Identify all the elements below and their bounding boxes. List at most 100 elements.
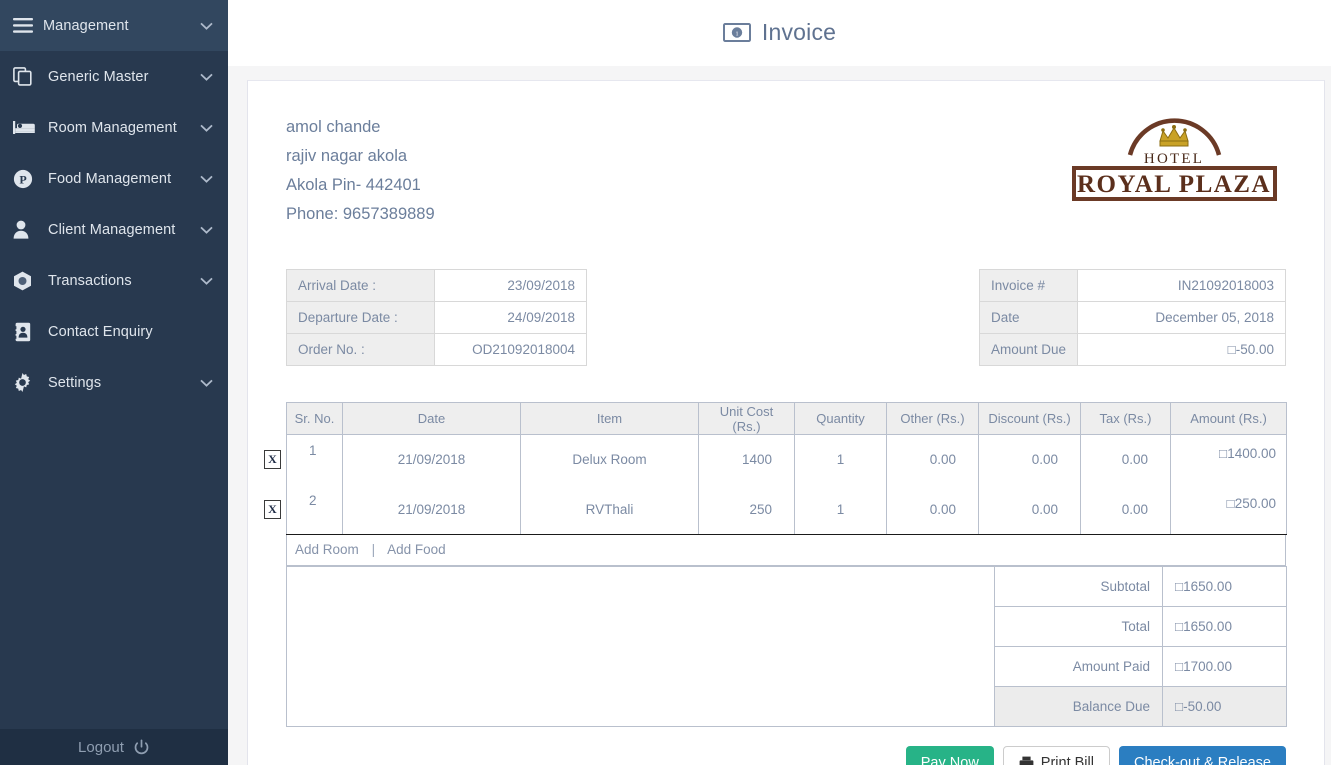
delete-row-button[interactable]: X: [264, 499, 281, 519]
column-header-date: Date: [342, 402, 521, 435]
sidebar-item-label: Generic Master: [48, 68, 149, 85]
cell-other: 0.00: [886, 434, 979, 485]
svg-text:ROYAL PLAZA: ROYAL PLAZA: [1077, 171, 1271, 198]
customer-name: amol chande: [286, 118, 381, 136]
totals-blank-cell: [286, 565, 995, 727]
hotel-logo: HOTEL ROYAL PLAZA: [1072, 107, 1286, 203]
chevron-down-icon[interactable]: [200, 226, 214, 234]
chevron-down-icon[interactable]: [200, 22, 214, 30]
sidebar-item-client-management[interactable]: Client Management: [0, 204, 228, 255]
sidebar-nav: Management Generic Master Room Managemen…: [0, 0, 228, 408]
crown-icon: [1159, 125, 1189, 147]
arrival-date-label: Arrival Date :: [286, 269, 435, 302]
table-row: Subtotal □1650.00: [286, 565, 1287, 727]
print-bill-button[interactable]: Print Bill: [1002, 745, 1110, 765]
checkout-release-button[interactable]: Check-out & Release: [1118, 745, 1286, 765]
amount-due-value: □-50.00: [1077, 333, 1286, 366]
subtotal-value: □1650.00: [1162, 565, 1287, 607]
totals-table: Subtotal □1650.00 Total □1650.00 Amount …: [286, 565, 1287, 727]
table-row: Invoice # IN21092018003: [978, 269, 1286, 302]
invoice-header-block: amol chande rajiv nagar akola Akola Pin-…: [286, 107, 1286, 229]
chevron-down-icon[interactable]: [200, 73, 214, 81]
sidebar-item-label: Food Management: [48, 170, 172, 187]
cell-amount: □250.00: [1170, 484, 1287, 535]
print-bill-label: Print Bill: [1040, 754, 1094, 765]
chevron-down-icon[interactable]: [200, 124, 214, 132]
add-links-separator: |: [371, 542, 376, 558]
printer-icon: [1019, 756, 1034, 765]
page-header: 1 Invoice: [228, 0, 1331, 66]
add-room-link[interactable]: Add Room: [295, 542, 359, 557]
sidebar-item-food-management[interactable]: P Food Management: [0, 153, 228, 204]
cell-quantity: 1: [794, 434, 887, 485]
bed-icon: [13, 120, 39, 135]
total-value: □1650.00: [1162, 605, 1287, 647]
amount-paid-value: □1700.00: [1162, 645, 1287, 687]
svg-text:1: 1: [735, 30, 738, 37]
column-header-unit-cost: Unit Cost (Rs.): [698, 402, 795, 435]
user-icon: [13, 220, 39, 239]
cell-sr-no: 2: [286, 484, 343, 535]
cell-sr-no: 1: [286, 434, 343, 485]
amount-paid-label: Amount Paid: [994, 645, 1163, 687]
hexagon-icon: [13, 271, 39, 291]
delete-row-button[interactable]: X: [264, 449, 281, 469]
subtotal-label: Subtotal: [994, 565, 1163, 607]
column-header-discount: Discount (Rs.): [978, 402, 1081, 435]
money-bill-icon: 1: [722, 23, 751, 42]
logout-button[interactable]: Logout: [0, 729, 228, 765]
invoice-number-label: Invoice #: [978, 269, 1079, 302]
sidebar-item-contact-enquiry[interactable]: Contact Enquiry: [0, 306, 228, 357]
invoice-card: amol chande rajiv nagar akola Akola Pin-…: [247, 80, 1325, 765]
sidebar-item-label: Contact Enquiry: [48, 323, 153, 340]
customer-address-line: rajiv nagar akola: [286, 147, 408, 165]
sidebar-item-label: Room Management: [48, 119, 177, 136]
page-title: Invoice: [761, 19, 837, 45]
cell-discount: 0.00: [978, 484, 1081, 535]
meta-tables-row: Arrival Date : 23/09/2018 Departure Date…: [286, 269, 1286, 366]
sidebar-item-generic-master[interactable]: Generic Master: [0, 51, 228, 102]
add-links-row: Add Room | Add Food: [286, 535, 1286, 566]
departure-date-value: 24/09/2018: [434, 301, 587, 334]
cell-other: 0.00: [886, 484, 979, 535]
chevron-down-icon[interactable]: [200, 277, 214, 285]
sidebar-item-management[interactable]: Management: [0, 0, 228, 51]
cell-unit-cost: 1400: [698, 434, 795, 485]
add-food-link[interactable]: Add Food: [387, 542, 446, 557]
invoice-date-value: December 05, 2018: [1077, 301, 1286, 334]
table-row: Departure Date : 24/09/2018: [286, 301, 587, 334]
cell-item: Delux Room: [520, 434, 699, 485]
table-row: Amount Due □-50.00: [978, 333, 1286, 366]
table-row: Arrival Date : 23/09/2018: [286, 269, 587, 302]
pay-now-button[interactable]: Pay Now: [905, 745, 994, 765]
cell-tax: 0.00: [1080, 434, 1171, 485]
column-header-amount: Amount (Rs.): [1170, 402, 1287, 435]
sidebar-item-room-management[interactable]: Room Management: [0, 102, 228, 153]
balance-due-value: □-50.00: [1162, 685, 1287, 727]
sidebar-item-label: Management: [43, 17, 129, 34]
svg-text:HOTEL: HOTEL: [1144, 151, 1204, 167]
order-no-value: OD21092018004: [434, 333, 587, 366]
copy-icon: [13, 67, 39, 86]
circled-p-icon: P: [13, 169, 39, 189]
hamburger-icon: [13, 18, 39, 33]
svg-text:P: P: [19, 172, 26, 186]
column-header-item: Item: [520, 402, 699, 435]
chevron-down-icon[interactable]: [200, 175, 214, 183]
chevron-down-icon[interactable]: [200, 379, 214, 387]
action-buttons: Pay Now Print Bill Check-out & Release: [286, 745, 1286, 765]
booking-meta-table: Arrival Date : 23/09/2018 Departure Date…: [286, 269, 587, 366]
invoice-meta-table: Invoice # IN21092018003 Date December 05…: [978, 269, 1286, 366]
sidebar-item-transactions[interactable]: Transactions: [0, 255, 228, 306]
column-header-quantity: Quantity: [794, 402, 887, 435]
cell-unit-cost: 250: [698, 484, 795, 535]
arrival-date-value: 23/09/2018: [434, 269, 587, 302]
cell-item: RVThali: [520, 484, 699, 535]
sidebar: Management Generic Master Room Managemen…: [0, 0, 228, 765]
sidebar-item-settings[interactable]: Settings: [0, 357, 228, 408]
table-row: 1 21/09/2018 Delux Room 1400 1 0.00 0.00…: [286, 434, 1287, 485]
table-row: 2 21/09/2018 RVThali 250 1 0.00 0.00 0.0…: [286, 484, 1287, 535]
gear-icon: [13, 373, 39, 392]
main-content: 1 Invoice amol chande rajiv nagar akola …: [228, 0, 1331, 765]
invoice-items-table: Sr. No. Date Item Unit Cost (Rs.) Quanti…: [286, 402, 1287, 535]
